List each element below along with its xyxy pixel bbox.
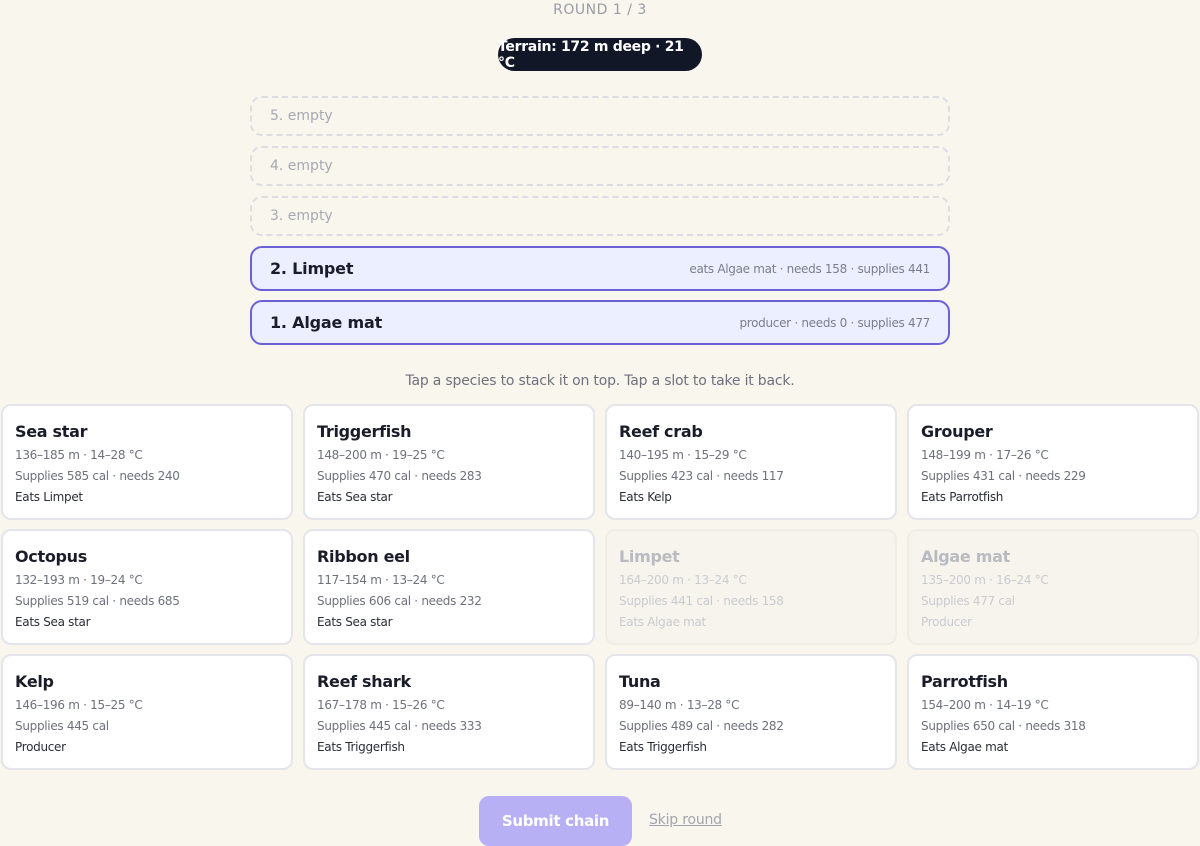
species-supply: Supplies 477 cal [921, 594, 1015, 608]
round-indicator: ROUND 1 / 3 [553, 2, 647, 18]
species-range: 132–193 m · 19–24 °C [15, 573, 143, 587]
slot-label: 5. empty [270, 108, 333, 124]
species-card-parrotfish[interactable]: Parrotfish 154–200 m · 14–19 °C Supplies… [907, 654, 1199, 770]
species-range: 148–199 m · 17–26 °C [921, 448, 1049, 462]
species-name: Tuna [619, 672, 661, 691]
species-diet: Eats Parrotfish [921, 490, 1004, 504]
chain-slot-5[interactable]: 5. empty [250, 96, 950, 136]
species-diet: Eats Sea star [317, 490, 393, 504]
species-card-triggerfish[interactable]: Triggerfish 148–200 m · 19–25 °C Supplie… [303, 404, 595, 520]
species-range: 164–200 m · 13–24 °C [619, 573, 747, 587]
species-diet: Eats Sea star [317, 615, 393, 629]
species-card-limpet: Limpet 164–200 m · 13–24 °C Supplies 441… [605, 529, 897, 645]
species-name: Grouper [921, 422, 993, 441]
species-name: Reef crab [619, 422, 703, 441]
species-range: 117–154 m · 13–24 °C [317, 573, 445, 587]
species-name: Limpet [619, 547, 680, 566]
species-supply: Supplies 519 cal · needs 685 [15, 594, 180, 608]
slot-species-meta: eats Algae mat · needs 158 · supplies 44… [689, 261, 930, 276]
species-name: Sea star [15, 422, 88, 441]
slot-label: 4. empty [270, 158, 333, 174]
species-supply: Supplies 431 cal · needs 229 [921, 469, 1086, 483]
species-card-tuna[interactable]: Tuna 89–140 m · 13–28 °C Supplies 489 ca… [605, 654, 897, 770]
slot-species-name: 2. Limpet [270, 259, 354, 278]
species-range: 146–196 m · 15–25 °C [15, 698, 143, 712]
species-diet: Producer [921, 615, 972, 629]
slot-species-meta: producer · needs 0 · supplies 477 [739, 315, 930, 330]
species-card-sea-star[interactable]: Sea star 136–185 m · 14–28 °C Supplies 5… [1, 404, 293, 520]
species-name: Parrotfish [921, 672, 1008, 691]
species-name: Triggerfish [317, 422, 412, 441]
species-name: Kelp [15, 672, 54, 691]
species-diet: Eats Triggerfish [619, 740, 707, 754]
species-card-kelp[interactable]: Kelp 146–196 m · 15–25 °C Supplies 445 c… [1, 654, 293, 770]
terrain-badge: Terrain: 172 m deep · 21 °C [498, 38, 702, 71]
species-range: 135–200 m · 16–24 °C [921, 573, 1049, 587]
species-supply: Supplies 445 cal [15, 719, 109, 733]
species-supply: Supplies 470 cal · needs 283 [317, 469, 482, 483]
slot-species-name: 1. Algae mat [270, 313, 383, 332]
species-diet: Eats Triggerfish [317, 740, 405, 754]
species-grid: Sea star 136–185 m · 14–28 °C Supplies 5… [1, 404, 1199, 770]
species-diet: Eats Kelp [619, 490, 672, 504]
chain-slot-2[interactable]: 2. Limpet eats Algae mat · needs 158 · s… [250, 246, 950, 291]
skip-round-link[interactable]: Skip round [649, 812, 722, 828]
species-supply: Supplies 441 cal · needs 158 [619, 594, 784, 608]
species-range: 140–195 m · 15–29 °C [619, 448, 747, 462]
species-range: 154–200 m · 14–19 °C [921, 698, 1049, 712]
species-card-reef-shark[interactable]: Reef shark 167–178 m · 15–26 °C Supplies… [303, 654, 595, 770]
species-range: 167–178 m · 15–26 °C [317, 698, 445, 712]
species-card-octopus[interactable]: Octopus 132–193 m · 19–24 °C Supplies 51… [1, 529, 293, 645]
species-name: Reef shark [317, 672, 411, 691]
species-card-grouper[interactable]: Grouper 148–199 m · 17–26 °C Supplies 43… [907, 404, 1199, 520]
species-diet: Producer [15, 740, 66, 754]
species-diet: Eats Algae mat [921, 740, 1008, 754]
chain-slot-1[interactable]: 1. Algae mat producer · needs 0 · suppli… [250, 300, 950, 345]
species-supply: Supplies 423 cal · needs 117 [619, 469, 784, 483]
species-supply: Supplies 489 cal · needs 282 [619, 719, 784, 733]
species-supply: Supplies 585 cal · needs 240 [15, 469, 180, 483]
species-range: 89–140 m · 13–28 °C [619, 698, 740, 712]
species-card-algae-mat: Algae mat 135–200 m · 16–24 °C Supplies … [907, 529, 1199, 645]
species-diet: Eats Algae mat [619, 615, 706, 629]
species-supply: Supplies 606 cal · needs 232 [317, 594, 482, 608]
species-card-ribbon-eel[interactable]: Ribbon eel 117–154 m · 13–24 °C Supplies… [303, 529, 595, 645]
species-diet: Eats Sea star [15, 615, 91, 629]
species-card-reef-crab[interactable]: Reef crab 140–195 m · 15–29 °C Supplies … [605, 404, 897, 520]
chain-slot-3[interactable]: 3. empty [250, 196, 950, 236]
submit-chain-button[interactable]: Submit chain [479, 796, 632, 846]
instruction-hint: Tap a species to stack it on top. Tap a … [405, 373, 795, 389]
species-range: 136–185 m · 14–28 °C [15, 448, 143, 462]
species-supply: Supplies 650 cal · needs 318 [921, 719, 1086, 733]
species-name: Algae mat [921, 547, 1010, 566]
species-name: Octopus [15, 547, 87, 566]
species-supply: Supplies 445 cal · needs 333 [317, 719, 482, 733]
chain-slot-4[interactable]: 4. empty [250, 146, 950, 186]
species-name: Ribbon eel [317, 547, 410, 566]
species-range: 148–200 m · 19–25 °C [317, 448, 445, 462]
slot-label: 3. empty [270, 208, 333, 224]
species-diet: Eats Limpet [15, 490, 83, 504]
